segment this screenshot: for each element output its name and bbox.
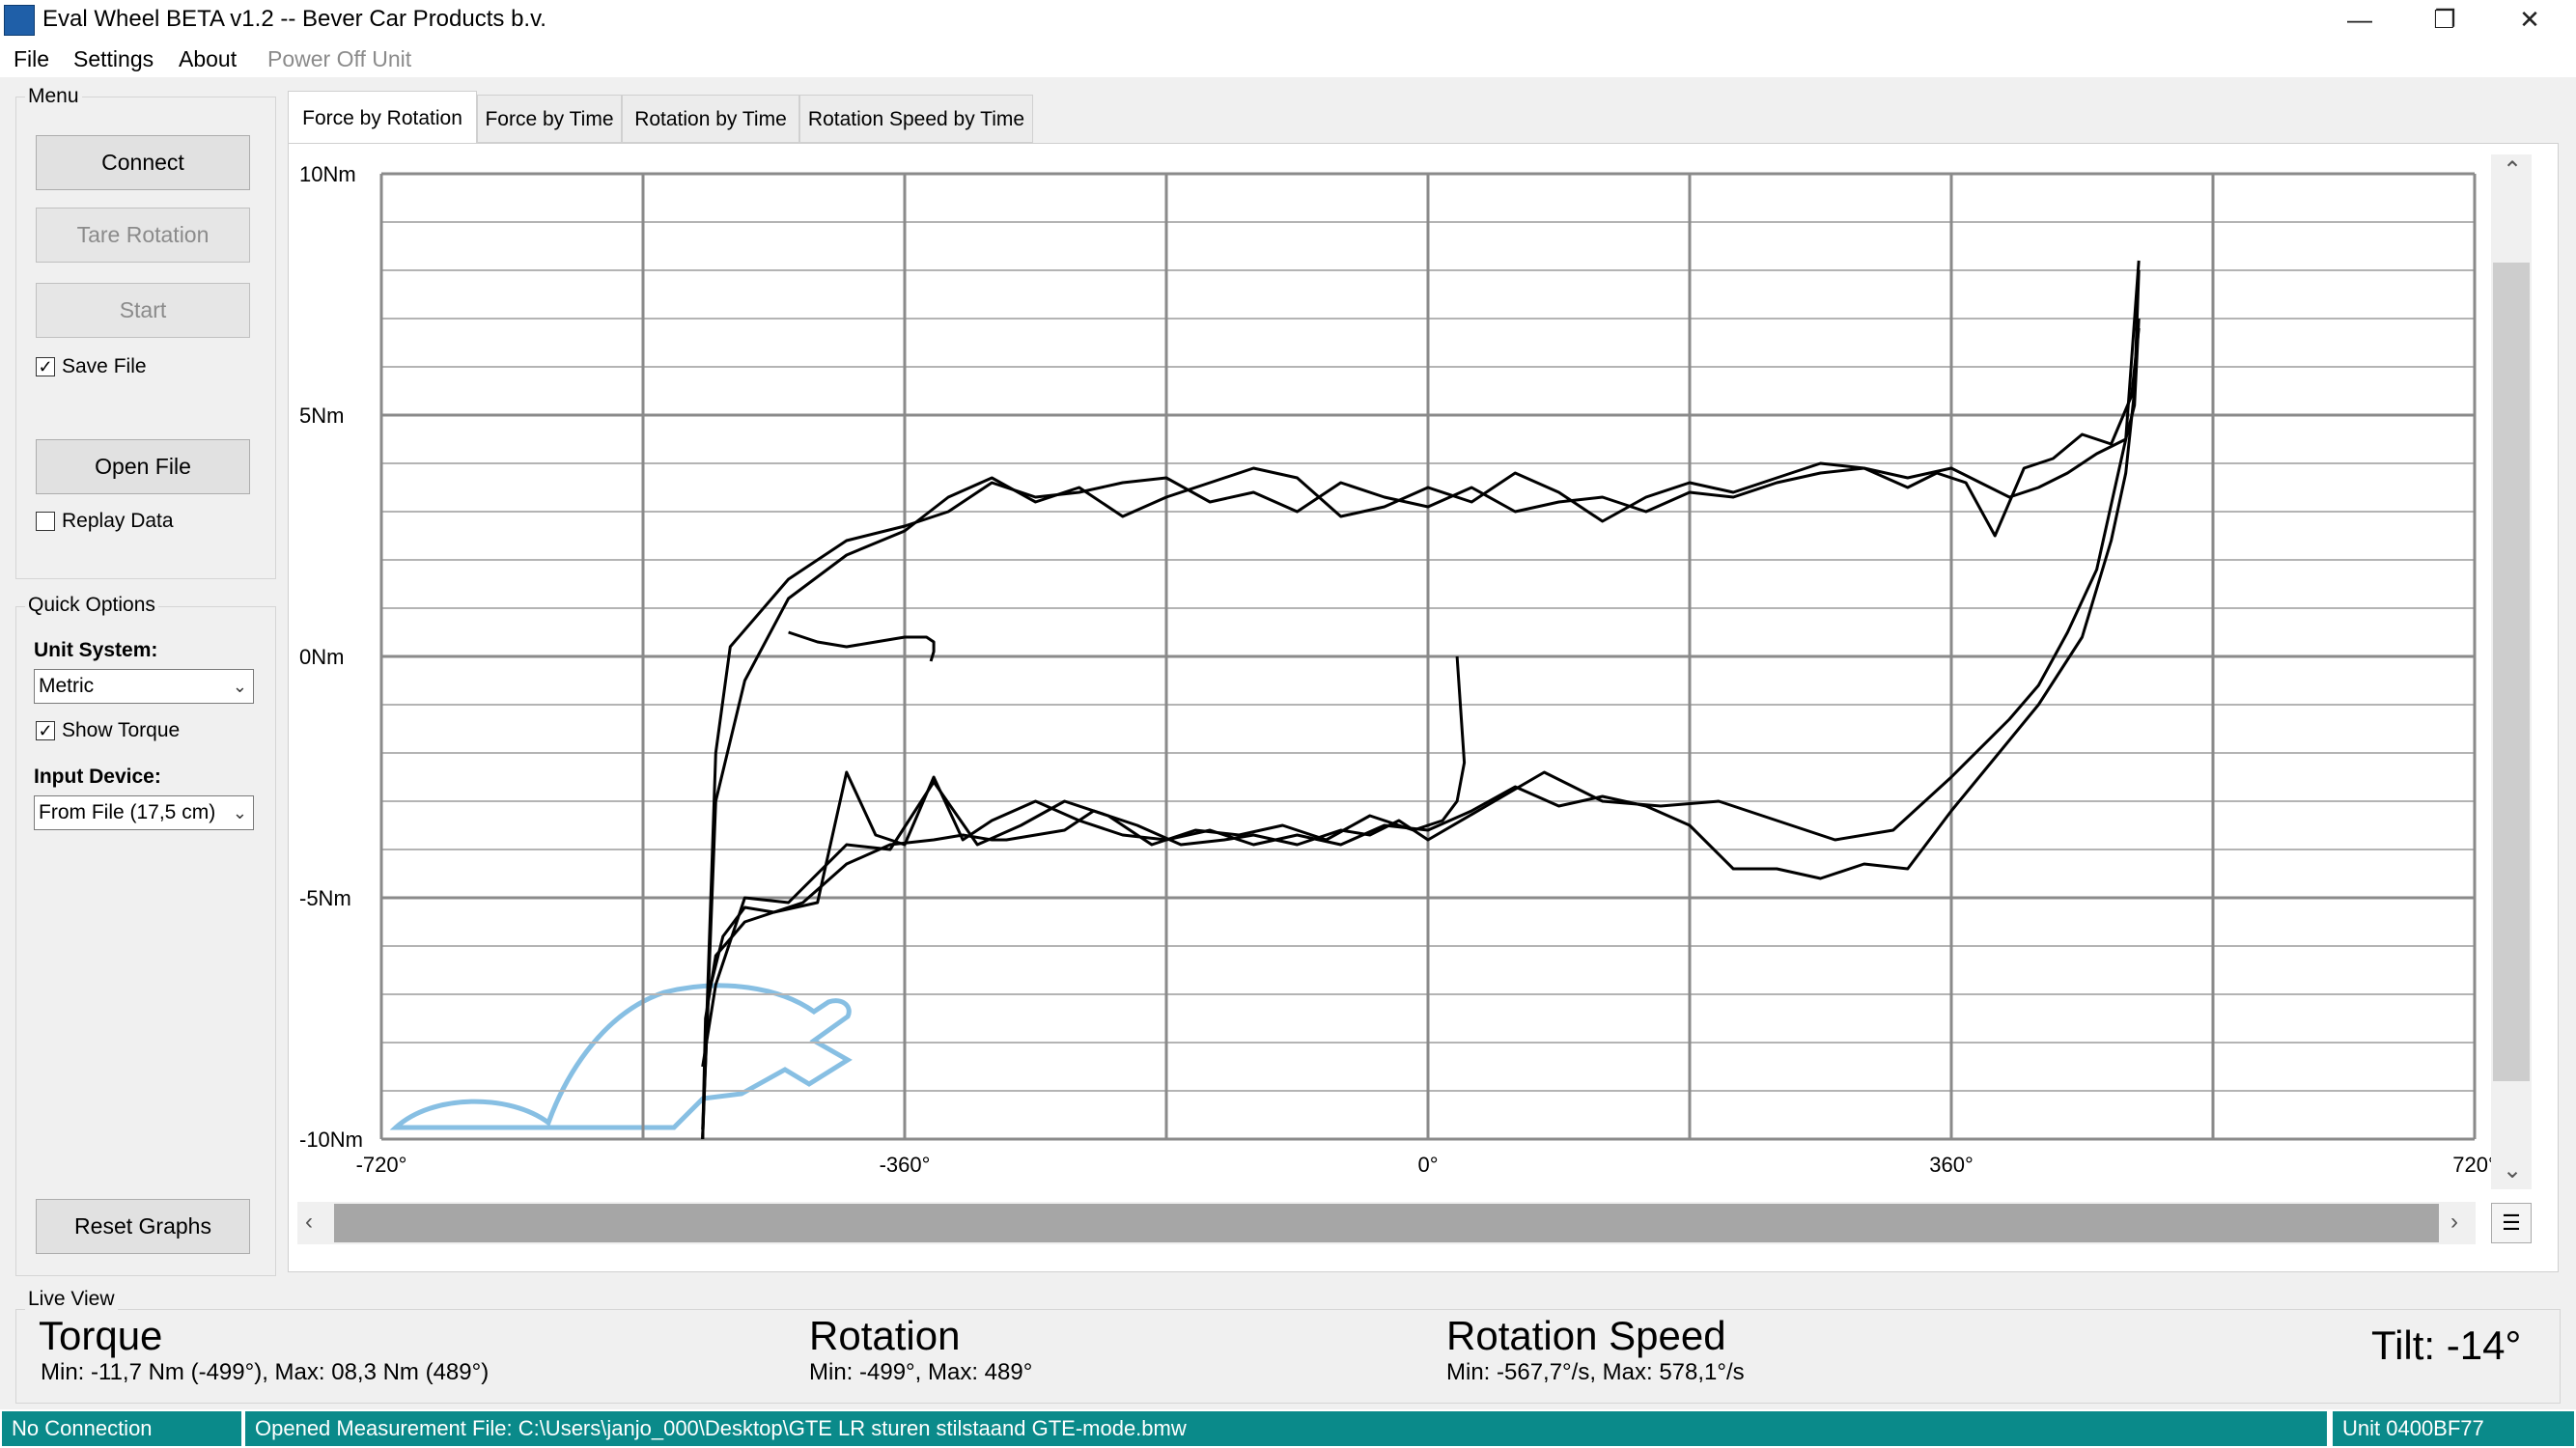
tab-rotation-by-time[interactable]: Rotation by Time	[622, 95, 799, 143]
tare-rotation-button[interactable]: Tare Rotation	[36, 208, 250, 263]
open-file-button[interactable]: Open File	[36, 439, 250, 494]
status-message: Opened Measurement File: C:\Users\janjo_…	[245, 1411, 2327, 1446]
maximize-button[interactable]: ❐	[2402, 0, 2487, 41]
unit-status: Unit 0400BF77	[2333, 1411, 2574, 1446]
chevron-down-icon: ⌄	[232, 803, 247, 822]
x-tick-label: 360°	[1929, 1153, 1974, 1177]
x-tick-label: -360°	[880, 1153, 931, 1177]
scroll-down-icon[interactable]: ⌄	[2503, 1156, 2522, 1184]
close-button[interactable]: ✕	[2487, 0, 2572, 41]
menu-list-icon[interactable]: ☰	[2491, 1203, 2532, 1243]
series-line-1	[701, 260, 2141, 1140]
scroll-right-icon[interactable]: ›	[2450, 1209, 2458, 1236]
x-tick-label: -720°	[356, 1153, 407, 1177]
horizontal-scroll-thumb[interactable]	[334, 1204, 2439, 1242]
x-tick-label: 0°	[1417, 1153, 1438, 1177]
scroll-left-icon[interactable]: ‹	[305, 1209, 313, 1236]
save-file-checkbox[interactable]: ✓	[36, 357, 55, 376]
quick-options-group	[15, 606, 276, 1276]
quick-options-title: Quick Options	[25, 594, 158, 617]
replay-data-label: Replay Data	[62, 510, 174, 532]
unit-system-value: Metric	[39, 675, 95, 697]
menu-about[interactable]: About	[179, 46, 237, 72]
replay-data-checkbox[interactable]	[36, 512, 55, 531]
show-torque-checkbox[interactable]: ✓	[36, 721, 55, 740]
menu-settings[interactable]: Settings	[73, 46, 154, 72]
series-line-3	[701, 269, 2141, 1130]
series-line-4	[701, 327, 2141, 1140]
series-line-2	[701, 318, 2141, 1140]
torque-label: Torque	[39, 1313, 163, 1358]
menu-group-title: Menu	[25, 85, 82, 108]
tab-rotation-speed-by-time[interactable]: Rotation Speed by Time	[799, 95, 1033, 143]
start-button[interactable]: Start	[36, 283, 250, 338]
rotation-minmax: Min: -499°, Max: 489°	[809, 1359, 1033, 1385]
input-device-value: From File (17,5 cm)	[39, 801, 216, 823]
rotation-label: Rotation	[809, 1313, 961, 1358]
show-torque-label: Show Torque	[62, 719, 181, 741]
y-tick-label: 0Nm	[299, 645, 344, 669]
y-tick-label: -5Nm	[299, 886, 351, 910]
torque-minmax: Min: -11,7 Nm (-499°), Max: 08,3 Nm (489…	[41, 1359, 490, 1385]
series-line-5	[701, 655, 1467, 1068]
y-tick-label: 5Nm	[299, 404, 344, 428]
tilt-value: Tilt: -14°	[2371, 1323, 2522, 1368]
x-tick-label: 720°	[2452, 1153, 2491, 1177]
tab-force-by-rotation[interactable]: Force by Rotation	[288, 91, 477, 145]
input-device-label: Input Device:	[34, 766, 161, 788]
vertical-scroll-thumb[interactable]	[2493, 263, 2530, 1081]
rotation-speed-label: Rotation Speed	[1446, 1313, 1726, 1358]
live-view-group	[15, 1309, 2561, 1404]
window-title: Eval Wheel BETA v1.2 -- Bever Car Produc…	[42, 6, 546, 32]
reset-graphs-button[interactable]: Reset Graphs	[36, 1199, 250, 1254]
force-by-rotation-chart[interactable]: 10Nm 5Nm 0Nm -5Nm -10Nm-720° -360° 0° 360° 720°	[288, 143, 2491, 1195]
tab-force-by-time[interactable]: Force by Time	[477, 95, 622, 143]
app-icon	[4, 5, 35, 36]
input-device-select[interactable]: From File (17,5 cm) ⌄	[34, 795, 254, 830]
connection-status: No Connection	[2, 1411, 241, 1446]
rotation-speed-minmax: Min: -567,7°/s, Max: 578,1°/s	[1446, 1359, 1745, 1385]
menu-power-off-unit[interactable]: Power Off Unit	[267, 46, 411, 72]
y-tick-label: 10Nm	[299, 162, 356, 186]
y-tick-label: -10Nm	[299, 1128, 363, 1152]
unit-system-label: Unit System:	[34, 639, 158, 661]
save-file-label: Save File	[62, 355, 147, 377]
beaver-watermark-icon	[389, 983, 853, 1130]
minimize-button[interactable]: —	[2317, 0, 2402, 41]
chevron-down-icon: ⌄	[232, 677, 247, 696]
unit-system-select[interactable]: Metric ⌄	[34, 669, 254, 704]
menu-file[interactable]: File	[14, 46, 49, 72]
connect-button[interactable]: Connect	[36, 135, 250, 190]
scroll-up-icon[interactable]: ⌃	[2503, 156, 2522, 184]
live-view-title: Live View	[25, 1288, 118, 1311]
